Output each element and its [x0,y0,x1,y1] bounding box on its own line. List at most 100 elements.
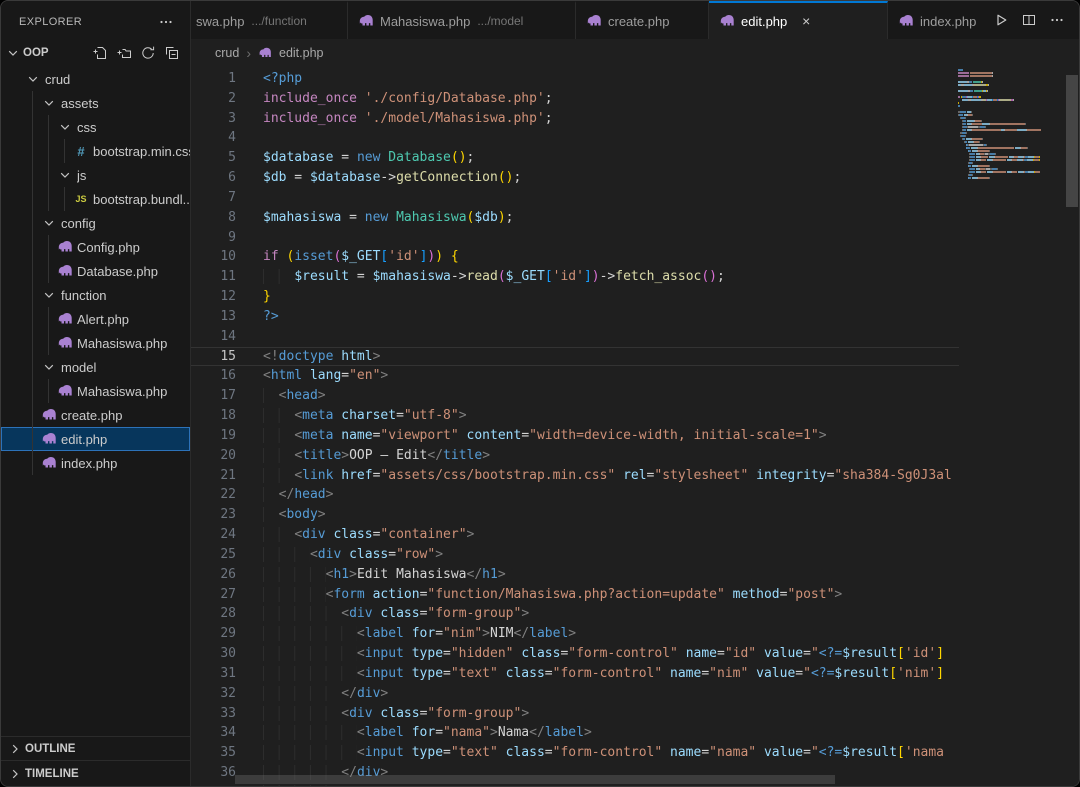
run-icon[interactable] [991,10,1011,30]
tree-item-function[interactable]: function [1,283,190,307]
tree-item-index.php[interactable]: index.php [1,451,190,475]
horizontal-scrollbar[interactable] [191,774,959,786]
tab-swa.php[interactable]: swa.php.../function [191,1,348,39]
more-actions-icon[interactable] [1047,10,1067,30]
minimap-line [958,132,1065,134]
minimap-line [958,156,1065,158]
line-number: 12 [191,287,236,307]
line-number: 17 [191,386,236,406]
line-number: 14 [191,327,236,347]
code-line-22[interactable]: 22 </head> [191,485,959,505]
code-line-4[interactable]: 4 [191,128,959,148]
minimap-line [958,93,1065,95]
tree-item-assets[interactable]: assets [1,91,190,115]
code-line-11[interactable]: 11 $result = $mahasiswa->read($_GET['id'… [191,267,959,287]
tree-item-edit.php[interactable]: edit.php [1,427,190,451]
tree-item-mahasiswa.php[interactable]: Mahasiswa.php [1,331,190,355]
code-line-20[interactable]: 20 <title>OOP — Edit</title> [191,446,959,466]
code-line-17[interactable]: 17 <head> [191,386,959,406]
code-line-30[interactable]: 30 <input type="hidden" class="form-cont… [191,644,959,664]
code-line-25[interactable]: 25 <div class="row"> [191,545,959,565]
minimap-line [958,165,1065,167]
new-file-icon[interactable] [90,43,110,63]
code-line-26[interactable]: 26 <h1>Edit Mahasiswa</h1> [191,565,959,585]
minimap-line [958,84,1065,86]
code-line-18[interactable]: 18 <meta charset="utf-8"> [191,406,959,426]
refresh-icon[interactable] [138,43,158,63]
explorer-more-actions-icon[interactable] [156,12,176,32]
workspace-section-header[interactable]: OOP [1,41,190,65]
breadcrumb-separator: › [246,45,251,61]
split-editor-icon[interactable] [1019,10,1039,30]
breadcrumb-file[interactable]: edit.php [279,46,323,60]
code-line-13[interactable]: 13?> [191,307,959,327]
tree-indent-guide [64,139,65,163]
tree-item-config.php[interactable]: Config.php [1,235,190,259]
code-line-32[interactable]: 32 </div> [191,684,959,704]
tree-item-crud[interactable]: crud [1,67,190,91]
tree-indent-guide [48,235,49,283]
code-line-23[interactable]: 23 <body> [191,505,959,525]
new-folder-icon[interactable] [114,43,134,63]
minimap-line [958,90,1065,92]
tree-item-database.php[interactable]: Database.php [1,259,190,283]
code-line-3[interactable]: 3include_once './model/Mahasiswa.php'; [191,109,959,129]
code-line-7[interactable]: 7 [191,188,959,208]
code-editor[interactable]: 1<?php2include_once './config/Database.p… [191,67,959,786]
php-file-icon [57,383,73,399]
tree-item-mahasiswa.php[interactable]: Mahasiswa.php [1,379,190,403]
code-line-16[interactable]: 16<html lang="en"> [191,366,959,386]
tree-item-config[interactable]: config [1,211,190,235]
code-line-10[interactable]: 10if (isset($_GET['id'])) { [191,247,959,267]
code-line-15[interactable]: 15<!doctype html> [191,347,959,367]
tree-item-bootstrap.bundl...[interactable]: JSbootstrap.bundl... [1,187,190,211]
tab-create.php[interactable]: create.php [576,1,709,39]
code-line-21[interactable]: 21 <link href="assets/css/bootstrap.min.… [191,466,959,486]
code-line-27[interactable]: 27 <form action="function/Mahasiswa.php?… [191,585,959,605]
php-file-icon [258,46,272,60]
minimap[interactable] [958,69,1065,180]
tree-item-js[interactable]: js [1,163,190,187]
tree-indent-guide [48,379,49,403]
code-line-14[interactable]: 14 [191,327,959,347]
vertical-scrollbar-thumb[interactable] [1066,75,1078,207]
php-file-icon [719,13,735,29]
code-line-19[interactable]: 19 <meta name="viewport" content="width=… [191,426,959,446]
tree-item-create.php[interactable]: create.php [1,403,190,427]
code-line-6[interactable]: 6$db = $database->getConnection(); [191,168,959,188]
tree-item-alert.php[interactable]: Alert.php [1,307,190,331]
code-line-8[interactable]: 8$mahasiswa = new Mahasiswa($db); [191,208,959,228]
tree-indent-guide [64,187,65,211]
panel-timeline[interactable]: TIMELINE [1,760,190,786]
code-line-24[interactable]: 24 <div class="container"> [191,525,959,545]
code-line-31[interactable]: 31 <input type="text" class="form-contro… [191,664,959,684]
minimap-line [958,75,1065,77]
tree-item-css[interactable]: css [1,115,190,139]
breadcrumb-folder[interactable]: crud [215,46,239,60]
code-line-34[interactable]: 34 <label for="nama">Nama</label> [191,723,959,743]
horizontal-scrollbar-thumb[interactable] [235,775,835,784]
panel-outline[interactable]: OUTLINE [1,736,190,760]
code-line-35[interactable]: 35 <input type="text" class="form-contro… [191,743,959,763]
line-number: 26 [191,565,236,585]
collapse-all-icon[interactable] [162,43,182,63]
line-number: 18 [191,406,236,426]
tab-edit.php[interactable]: edit.php× [709,1,888,39]
tab-mahasiswa.php[interactable]: Mahasiswa.php.../model [348,1,576,39]
code-line-28[interactable]: 28 <div class="form-group"> [191,604,959,624]
tree-item-model[interactable]: model [1,355,190,379]
code-line-33[interactable]: 33 <div class="form-group"> [191,704,959,724]
tab-index.php[interactable]: index.php [888,1,979,39]
code-line-12[interactable]: 12} [191,287,959,307]
minimap-line [958,174,1065,176]
code-line-2[interactable]: 2include_once './config/Database.php'; [191,89,959,109]
vertical-scrollbar[interactable] [1065,67,1079,786]
php-file-icon [57,311,73,327]
close-icon[interactable]: × [797,12,815,30]
tree-item-bootstrap.min.css[interactable]: #bootstrap.min.css [1,139,190,163]
code-line-1[interactable]: 1<?php [191,69,959,89]
line-number: 28 [191,604,236,624]
code-line-29[interactable]: 29 <label for="nim">NIM</label> [191,624,959,644]
code-line-9[interactable]: 9 [191,228,959,248]
code-line-5[interactable]: 5$database = new Database(); [191,148,959,168]
